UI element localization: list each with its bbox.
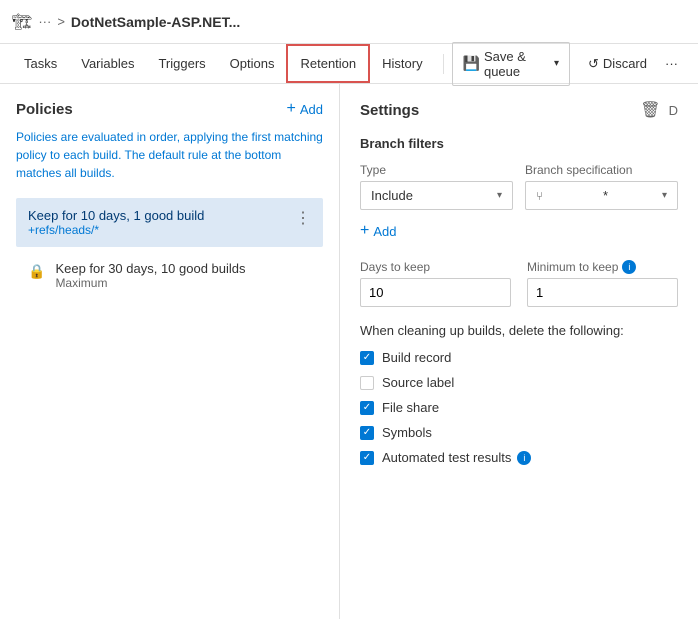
checkbox-symbols: Symbols: [360, 425, 678, 440]
tab-options[interactable]: Options: [218, 46, 287, 81]
breadcrumb-dots[interactable]: ···: [38, 14, 51, 29]
discard-icon: ↺: [588, 56, 599, 72]
policies-header: Policies + Add: [16, 100, 323, 118]
policy-locked-subtitle: Maximum: [55, 276, 245, 290]
source-label-text[interactable]: Source label: [382, 375, 454, 390]
type-select[interactable]: Include ▾: [360, 181, 513, 210]
policy-item-locked: 🔒 Keep for 30 days, 10 good builds Maxim…: [16, 251, 323, 300]
branch-label: Branch specification: [525, 163, 678, 177]
checkbox-build-record: Build record: [360, 350, 678, 365]
type-select-value: Include: [371, 188, 413, 203]
settings-header: Settings 🗑 D: [360, 100, 678, 120]
page-title: DotNetSample-ASP.NET...: [71, 14, 240, 30]
add-policy-icon: +: [287, 100, 296, 118]
checkbox-file-share: File share: [360, 400, 678, 415]
delete-when-label: When cleaning up builds, delete the foll…: [360, 323, 678, 338]
branch-filters-title: Branch filters: [360, 136, 678, 151]
add-filter-label: Add: [373, 224, 396, 239]
lock-icon: 🔒: [28, 263, 45, 280]
checkbox-source-label: Source label: [360, 375, 678, 390]
build-record-label[interactable]: Build record: [382, 350, 451, 365]
save-dropdown-icon[interactable]: ▾: [554, 58, 559, 69]
tab-history[interactable]: History: [370, 46, 434, 81]
breadcrumb-sep: >: [57, 14, 65, 29]
symbols-checkbox[interactable]: [360, 426, 374, 440]
symbols-label[interactable]: Symbols: [382, 425, 432, 440]
checkbox-automated-test: Automated test results i: [360, 450, 678, 465]
policy-item-1-subtitle: +refs/heads/*: [28, 223, 295, 237]
settings-panel: Settings 🗑 D Branch filters Type Include…: [340, 84, 698, 619]
minimum-col: Minimum to keep i: [527, 260, 678, 307]
type-select-arrow: ▾: [497, 190, 502, 201]
save-queue-button[interactable]: 💾 Save & queue ▾: [452, 42, 570, 86]
keep-fields-row: Days to keep Minimum to keep i: [360, 260, 678, 307]
add-filter-icon: +: [360, 222, 369, 240]
policies-title: Policies: [16, 101, 73, 118]
automated-test-info-icon[interactable]: i: [517, 451, 531, 465]
top-bar: 🏗 ··· > DotNetSample-ASP.NET... Tasks Va…: [0, 0, 698, 84]
tab-retention[interactable]: Retention: [286, 44, 370, 83]
tab-triggers[interactable]: Triggers: [146, 46, 217, 81]
nav-more-button[interactable]: ···: [657, 50, 686, 77]
settings-more-icon[interactable]: D: [669, 103, 678, 118]
tab-tasks[interactable]: Tasks: [12, 46, 69, 81]
days-col: Days to keep: [360, 260, 511, 307]
save-queue-label: Save & queue: [484, 49, 550, 79]
days-label: Days to keep: [360, 260, 511, 274]
nav-divider: [443, 54, 444, 74]
branch-icon: ⑂: [536, 189, 543, 203]
branch-select[interactable]: ⑂ * ▾: [525, 181, 678, 210]
build-icon: 🏗: [12, 12, 32, 32]
policy-item-1-menu[interactable]: ⋮: [295, 208, 311, 228]
discard-button[interactable]: ↺ Discard: [578, 50, 657, 78]
policy-item-1-title: Keep for 10 days, 1 good build: [28, 208, 295, 223]
add-policy-label: Add: [300, 102, 323, 117]
settings-actions: 🗑 D: [640, 100, 678, 120]
type-col: Type Include ▾: [360, 163, 513, 210]
policy-locked-title: Keep for 30 days, 10 good builds: [55, 261, 245, 276]
type-label: Type: [360, 163, 513, 177]
source-label-checkbox[interactable]: [360, 376, 374, 390]
file-share-label[interactable]: File share: [382, 400, 439, 415]
policies-panel: Policies + Add Policies are evaluated in…: [0, 84, 340, 619]
automated-test-label[interactable]: Automated test results: [382, 450, 511, 465]
days-input[interactable]: [360, 278, 511, 307]
file-share-checkbox[interactable]: [360, 401, 374, 415]
policy-description: Policies are evaluated in order, applyin…: [16, 128, 323, 182]
delete-settings-icon[interactable]: 🗑: [640, 100, 660, 120]
main-content: Policies + Add Policies are evaluated in…: [0, 84, 698, 619]
minimum-input[interactable]: [527, 278, 678, 307]
settings-title: Settings: [360, 102, 419, 119]
minimum-info-icon[interactable]: i: [622, 260, 636, 274]
nav-bar: Tasks Variables Triggers Options Retenti…: [0, 44, 698, 84]
nav-actions: 💾 Save & queue ▾ ↺ Discard ···: [452, 42, 686, 86]
filter-row: Type Include ▾ Branch specification ⑂ * …: [360, 163, 678, 210]
automated-test-checkbox[interactable]: [360, 451, 374, 465]
add-policy-button[interactable]: + Add: [287, 100, 323, 118]
branch-select-value: *: [603, 188, 608, 203]
add-filter-button[interactable]: + Add: [360, 222, 678, 240]
policy-item-locked-content: Keep for 30 days, 10 good builds Maximum: [55, 261, 245, 290]
branch-col: Branch specification ⑂ * ▾: [525, 163, 678, 210]
build-record-checkbox[interactable]: [360, 351, 374, 365]
policy-item-1[interactable]: Keep for 10 days, 1 good build +refs/hea…: [16, 198, 323, 247]
discard-label: Discard: [603, 56, 647, 71]
branch-select-arrow: ▾: [662, 190, 667, 201]
tab-variables[interactable]: Variables: [69, 46, 146, 81]
minimum-label: Minimum to keep i: [527, 260, 678, 274]
policy-item-1-content: Keep for 10 days, 1 good build +refs/hea…: [28, 208, 295, 237]
save-icon: 💾: [463, 55, 480, 72]
